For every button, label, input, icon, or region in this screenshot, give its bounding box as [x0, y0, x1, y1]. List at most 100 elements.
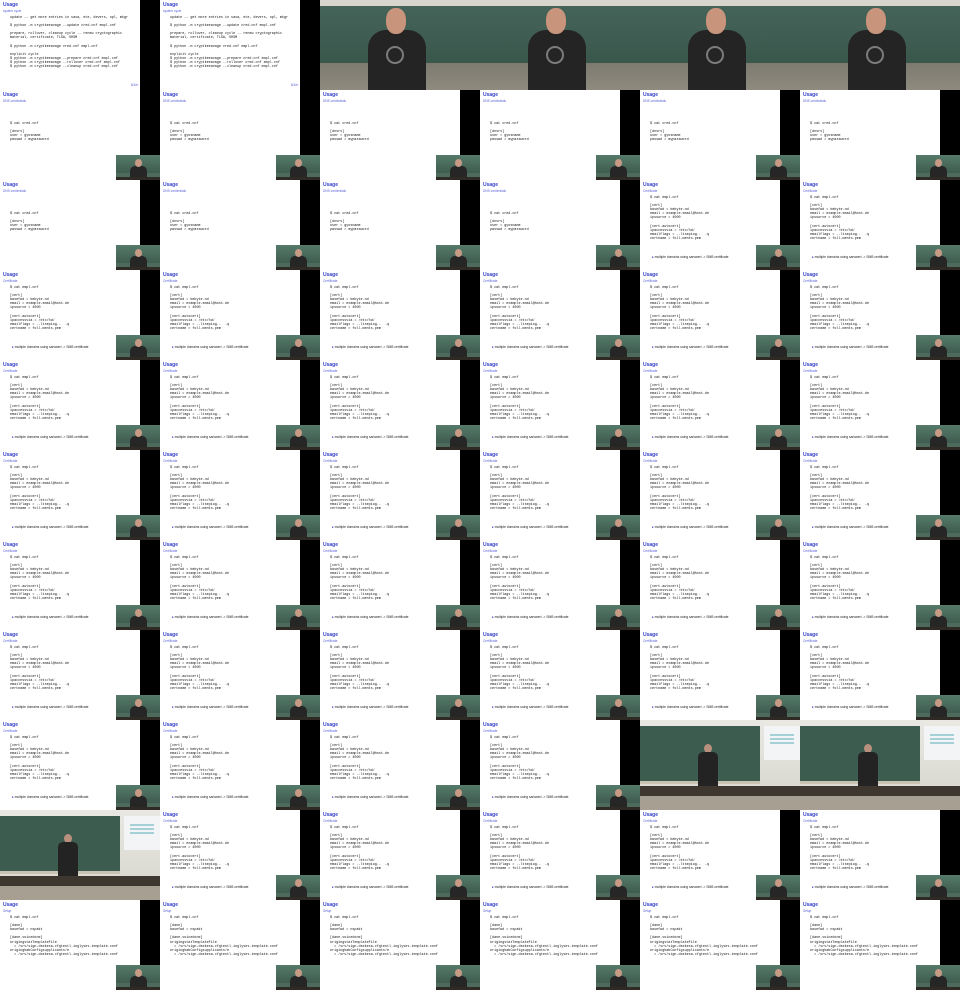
- frame-thumbnail[interactable]: Usage Certificate $ cat empl.cnf [cert] ba…: [800, 540, 960, 630]
- slide-title: Usage: [3, 902, 19, 908]
- slide-bullet-text: multiple domains using sanssert -> SMB c…: [174, 705, 249, 709]
- frame-thumbnail[interactable]: Usage Certificate $ cat empl.cnf [cert] ba…: [640, 540, 800, 630]
- frame-thumbnail[interactable]: Usage Certificate $ cat empl.cnf [cert] ba…: [480, 540, 640, 630]
- frame-thumbnail[interactable]: [0, 810, 160, 900]
- frame-thumbnail[interactable]: [480, 0, 640, 90]
- slide-title: Usage: [483, 902, 499, 908]
- speaker-video-inset: [756, 965, 800, 990]
- frame-thumbnail[interactable]: Usage Certificate $ cat empl.cnf [cert] ba…: [640, 180, 800, 270]
- frame-thumbnail[interactable]: Usage Certificate $ cat empl.cnf [cert] ba…: [0, 360, 160, 450]
- slide-title: Usage: [3, 92, 19, 98]
- speaker-head: [295, 519, 302, 527]
- frame-thumbnail[interactable]: [800, 720, 960, 810]
- frame-thumbnail[interactable]: Usage Certificate $ cat empl.cnf [cert] ba…: [800, 450, 960, 540]
- frame-thumbnail[interactable]: Usage Certificate $ cat empl.cnf [cert] ba…: [800, 810, 960, 900]
- frame-thumbnail[interactable]: Usage Certificate $ cat empl.cnf [cert] ba…: [800, 180, 960, 270]
- frame-thumbnail[interactable]: Usage Setup $ cat empl.cnf [dane] basefwd …: [480, 900, 640, 990]
- presentation-slide: Usage system cycle update -- get more entr…: [0, 0, 140, 90]
- frame-thumbnail[interactable]: Usage DNS credentials $ cat cred.cnf [dnsr…: [320, 90, 480, 180]
- slide-subtitle: Certificate: [163, 279, 178, 283]
- frame-thumbnail[interactable]: Usage Setup $ cat empl.cnf [dane] basefwd …: [800, 900, 960, 990]
- slide-code-block: $ cat empl.cnf [cert] basefwd = bebyte.n…: [650, 466, 710, 511]
- frame-thumbnail[interactable]: [640, 0, 800, 90]
- frame-thumbnail[interactable]: Usage system cycle update -- get more entr…: [0, 0, 160, 90]
- frame-thumbnail[interactable]: Usage Certificate $ cat empl.cnf [cert] ba…: [480, 630, 640, 720]
- slide-subtitle: system cycle: [3, 9, 22, 13]
- frame-thumbnail[interactable]: Usage Certificate $ cat empl.cnf [cert] ba…: [160, 450, 320, 540]
- frame-thumbnail[interactable]: [320, 0, 480, 90]
- frame-thumbnail[interactable]: Usage DNS credentials $ cat cred.cnf [dnsr…: [160, 180, 320, 270]
- frame-thumbnail[interactable]: Usage Certificate $ cat empl.cnf [cert] ba…: [320, 810, 480, 900]
- slide-subtitle: Setup: [803, 909, 812, 913]
- frame-thumbnail[interactable]: Usage DNS credentials $ cat cred.cnf [dnsr…: [0, 90, 160, 180]
- frame-thumbnail[interactable]: Usage Certificate $ cat empl.cnf [cert] ba…: [0, 630, 160, 720]
- frame-thumbnail[interactable]: Usage Certificate $ cat empl.cnf [cert] ba…: [480, 270, 640, 360]
- slide-title: Usage: [803, 452, 819, 458]
- slide-code-block: $ cat empl.cnf [cert] basefwd = bebyte.n…: [490, 466, 550, 511]
- frame-thumbnail[interactable]: Usage Certificate $ cat empl.cnf [cert] ba…: [800, 630, 960, 720]
- frame-thumbnail[interactable]: Usage Certificate $ cat empl.cnf [cert] ba…: [0, 450, 160, 540]
- frame-thumbnail[interactable]: Usage Certificate $ cat empl.cnf [cert] ba…: [320, 630, 480, 720]
- frame-thumbnail[interactable]: Usage DNS credentials $ cat cred.cnf [dnsr…: [480, 90, 640, 180]
- frame-thumbnail[interactable]: Usage Certificate $ cat empl.cnf [cert] ba…: [160, 270, 320, 360]
- frame-thumbnail[interactable]: Usage Certificate $ cat empl.cnf [cert] ba…: [160, 360, 320, 450]
- frame-thumbnail[interactable]: Usage DNS credentials $ cat cred.cnf [dnsr…: [0, 180, 160, 270]
- frame-thumbnail[interactable]: Usage Certificate $ cat empl.cnf [cert] ba…: [160, 720, 320, 810]
- frame-thumbnail[interactable]: Usage Certificate $ cat empl.cnf [cert] ba…: [480, 720, 640, 810]
- frame-thumbnail[interactable]: Usage Certificate $ cat empl.cnf [cert] ba…: [480, 360, 640, 450]
- speaker-video-inset: [756, 335, 800, 360]
- slide-title: Usage: [163, 2, 179, 8]
- frame-thumbnail[interactable]: Usage Certificate $ cat empl.cnf [cert] ba…: [640, 630, 800, 720]
- speaker-head: [135, 969, 142, 977]
- frame-thumbnail[interactable]: Usage DNS credentials $ cat cred.cnf [dnsr…: [160, 90, 320, 180]
- frame-thumbnail[interactable]: Usage DNS credentials $ cat cred.cnf [dnsr…: [640, 90, 800, 180]
- speaker-head: [935, 249, 942, 257]
- frame-thumbnail[interactable]: Usage Certificate $ cat empl.cnf [cert] ba…: [640, 270, 800, 360]
- slide-bullet: ▸ multiple domains using sanssert -> SMB…: [12, 615, 89, 619]
- slide-subtitle: Certificate: [323, 639, 338, 643]
- speaker-head: [295, 789, 302, 797]
- slide-subtitle: Certificate: [3, 459, 18, 463]
- speaker-video-inset: [756, 245, 800, 270]
- frame-thumbnail[interactable]: Usage Setup $ cat empl.cnf [dane] basefwd …: [640, 900, 800, 990]
- frame-thumbnail[interactable]: Usage Certificate $ cat empl.cnf [cert] ba…: [160, 540, 320, 630]
- frame-thumbnail[interactable]: Usage Certificate $ cat empl.cnf [cert] ba…: [320, 720, 480, 810]
- slide-title: Usage: [323, 92, 339, 98]
- frame-thumbnail[interactable]: Usage Certificate $ cat empl.cnf [cert] ba…: [640, 810, 800, 900]
- frame-thumbnail[interactable]: Usage Certificate $ cat empl.cnf [cert] ba…: [480, 450, 640, 540]
- slide-title: Usage: [643, 362, 659, 368]
- frame-thumbnail[interactable]: Usage Certificate $ cat empl.cnf [cert] ba…: [0, 540, 160, 630]
- frame-thumbnail[interactable]: Usage Certificate $ cat empl.cnf [cert] ba…: [160, 630, 320, 720]
- frame-thumbnail[interactable]: Usage Certificate $ cat empl.cnf [cert] ba…: [320, 450, 480, 540]
- frame-thumbnail[interactable]: Usage Certificate $ cat empl.cnf [cert] ba…: [800, 360, 960, 450]
- frame-thumbnail[interactable]: Usage Certificate $ cat empl.cnf [cert] ba…: [0, 720, 160, 810]
- frame-thumbnail[interactable]: Usage Certificate $ cat empl.cnf [cert] ba…: [160, 810, 320, 900]
- frame-thumbnail[interactable]: Usage Setup $ cat empl.cnf [dane] basefwd …: [0, 900, 160, 990]
- slide-code-block: $ cat cred.cnf [dnsrs] user = gyosname p…: [810, 122, 849, 143]
- frame-thumbnail[interactable]: [800, 0, 960, 90]
- frame-thumbnail[interactable]: Usage Setup $ cat empl.cnf [dane] basefwd …: [160, 900, 320, 990]
- frame-thumbnail[interactable]: Usage Setup $ cat empl.cnf [dane] basefwd …: [320, 900, 480, 990]
- frame-thumbnail[interactable]: [640, 720, 800, 810]
- wall-trim: [800, 0, 960, 6]
- frame-thumbnail[interactable]: Usage Certificate $ cat empl.cnf [cert] ba…: [320, 270, 480, 360]
- frame-thumbnail[interactable]: Usage Certificate $ cat empl.cnf [cert] ba…: [480, 810, 640, 900]
- speaker-head: [295, 429, 302, 437]
- frame-thumbnail[interactable]: Usage Certificate $ cat empl.cnf [cert] ba…: [320, 360, 480, 450]
- speaker-video-inset: [436, 605, 480, 630]
- slide-code-block: $ cat empl.cnf [cert] basefwd = bebyte.n…: [330, 826, 390, 871]
- frame-thumbnail[interactable]: Usage Certificate $ cat empl.cnf [cert] ba…: [640, 450, 800, 540]
- frame-thumbnail[interactable]: Usage system cycle update -- get more entr…: [160, 0, 320, 90]
- frame-thumbnail[interactable]: Usage Certificate $ cat empl.cnf [cert] ba…: [320, 540, 480, 630]
- frame-thumbnail[interactable]: Usage Certificate $ cat empl.cnf [cert] ba…: [640, 360, 800, 450]
- frame-thumbnail[interactable]: Usage DNS credentials $ cat cred.cnf [dnsr…: [320, 180, 480, 270]
- frame-thumbnail[interactable]: Usage Certificate $ cat empl.cnf [cert] ba…: [0, 270, 160, 360]
- frame-thumbnail[interactable]: Usage DNS credentials $ cat cred.cnf [dnsr…: [480, 180, 640, 270]
- slide-title: Usage: [803, 542, 819, 548]
- projected-text-lines: [770, 734, 794, 736]
- slide-subtitle: Setup: [163, 909, 172, 913]
- speaker-video-inset: [756, 695, 800, 720]
- speaker-head: [135, 159, 142, 167]
- frame-thumbnail[interactable]: Usage Certificate $ cat empl.cnf [cert] ba…: [800, 270, 960, 360]
- frame-thumbnail[interactable]: Usage DNS credentials $ cat cred.cnf [dnsr…: [800, 90, 960, 180]
